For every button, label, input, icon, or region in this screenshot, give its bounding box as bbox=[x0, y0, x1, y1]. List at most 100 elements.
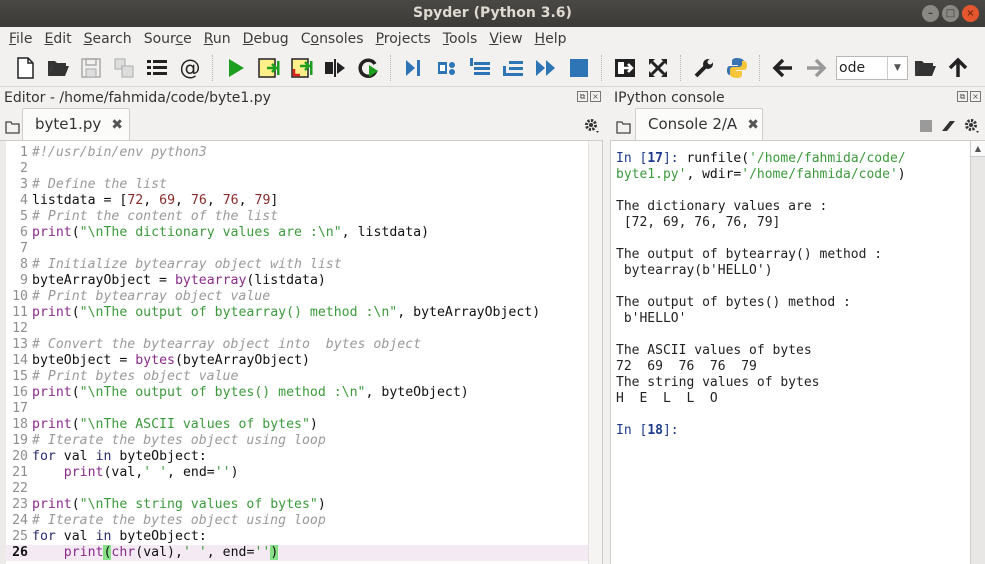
code-line[interactable]: 3 # Define the list bbox=[6, 177, 588, 193]
code-line[interactable]: 26 print(chr(val),' ', end='') bbox=[6, 545, 588, 561]
code-line[interactable]: 22 bbox=[6, 481, 588, 497]
console-pane-controls: ⧉ × bbox=[957, 91, 981, 102]
menu-help[interactable]: Help bbox=[529, 27, 573, 49]
code-line[interactable]: 11 print("\nThe output of bytearray() met… bbox=[6, 305, 588, 321]
menu-search[interactable]: Search bbox=[78, 27, 138, 49]
menu-projects[interactable]: Projects bbox=[370, 27, 437, 49]
menu-edit[interactable]: Edit bbox=[38, 27, 77, 49]
code-editor[interactable]: 1 #!/usr/bin/env python3 2 3 # Define the li… bbox=[0, 140, 603, 564]
line-number: 24 bbox=[12, 513, 28, 528]
line-number: 5 bbox=[20, 209, 28, 224]
debug-button[interactable] bbox=[400, 54, 428, 82]
debug-step-button[interactable] bbox=[433, 54, 461, 82]
pane-splitter[interactable] bbox=[603, 88, 610, 564]
debug-stop-button[interactable] bbox=[565, 54, 593, 82]
close-button[interactable]: × bbox=[962, 5, 979, 22]
run-cell-advance-button[interactable] bbox=[288, 54, 316, 82]
python-path-button[interactable] bbox=[723, 54, 751, 82]
menu-consoles[interactable]: Consoles bbox=[295, 27, 370, 49]
code-line[interactable]: 25 for val in byteObject: bbox=[6, 529, 588, 545]
code-line[interactable]: 24 # Iterate the bytes object using loop bbox=[6, 513, 588, 529]
maximize-pane-button[interactable] bbox=[611, 54, 639, 82]
chevron-down-icon[interactable]: ▼ bbox=[887, 56, 907, 79]
fullscreen-button[interactable] bbox=[644, 54, 672, 82]
save-all-icon bbox=[114, 58, 133, 77]
run-button[interactable] bbox=[222, 54, 250, 82]
close-tab-icon[interactable]: ✖ bbox=[111, 117, 123, 133]
new-file-button[interactable] bbox=[11, 54, 39, 82]
editor-scrollbar[interactable] bbox=[588, 141, 602, 564]
eraser-icon[interactable] bbox=[941, 119, 957, 133]
outline-button[interactable] bbox=[143, 54, 171, 82]
run-cell-button[interactable] bbox=[255, 54, 283, 82]
back-button[interactable] bbox=[769, 54, 797, 82]
undock-icon[interactable]: ⧉ bbox=[577, 91, 588, 102]
code-line[interactable]: 8 # Initialize bytearray object with list bbox=[6, 257, 588, 273]
code-line[interactable]: 20 for val in byteObject: bbox=[6, 449, 588, 465]
minimize-button[interactable]: – bbox=[922, 5, 939, 22]
gear-icon[interactable] bbox=[964, 118, 980, 134]
interrupt-kernel-icon[interactable] bbox=[920, 120, 932, 132]
console-output: In [17]: runfile('/home/fahmida/code/ by… bbox=[616, 151, 906, 439]
working-directory-combo[interactable]: ode ▼ bbox=[836, 55, 908, 80]
code-line[interactable]: 14 byteObject = bytes(byteArrayObject) bbox=[6, 353, 588, 369]
undock-icon[interactable]: ⧉ bbox=[957, 91, 968, 102]
line-number: 19 bbox=[12, 433, 28, 448]
scroll-up-arrow-icon[interactable]: ▲ bbox=[971, 141, 985, 157]
open-folder-icon bbox=[47, 60, 69, 76]
tab-byte1-py[interactable]: byte1.py ✖ bbox=[22, 108, 130, 140]
ipython-console[interactable]: In [17]: runfile('/home/fahmida/code/ by… bbox=[610, 140, 985, 564]
browse-tabs-icon[interactable] bbox=[616, 120, 632, 134]
code-line[interactable]: 21 print(val,' ', end='') bbox=[6, 465, 588, 481]
maximize-button[interactable]: □ bbox=[942, 5, 959, 22]
at-button[interactable]: @ bbox=[176, 54, 204, 82]
code-line[interactable]: 10 # Print bytearray object value bbox=[6, 289, 588, 305]
open-file-button[interactable] bbox=[44, 54, 72, 82]
close-pane-icon[interactable]: × bbox=[970, 91, 981, 102]
line-number: 8 bbox=[20, 257, 28, 272]
tab-console-2a[interactable]: Console 2/A ✖ bbox=[635, 108, 763, 140]
code-line[interactable]: 15 # Print bytes object value bbox=[6, 369, 588, 385]
debug-step-return-button[interactable] bbox=[499, 54, 527, 82]
code-line[interactable]: 5 # Print the content of the list bbox=[6, 209, 588, 225]
code-line[interactable]: 7 bbox=[6, 241, 588, 257]
close-pane-icon[interactable]: × bbox=[590, 91, 601, 102]
menu-file[interactable]: File bbox=[3, 27, 38, 49]
console-scrollbar[interactable]: ▲ bbox=[970, 141, 985, 564]
save-file-button[interactable] bbox=[77, 54, 105, 82]
parent-directory-button[interactable] bbox=[944, 54, 972, 82]
rerun-button[interactable] bbox=[354, 54, 382, 82]
code-line[interactable]: 6 print("\nThe dictionary values are :\n"… bbox=[6, 225, 588, 241]
menu-source[interactable]: Source bbox=[138, 27, 198, 49]
code-line[interactable]: 18 print("\nThe ASCII values of bytes") bbox=[6, 417, 588, 433]
debug-continue-button[interactable] bbox=[532, 54, 560, 82]
code-line[interactable]: 13 # Convert the bytearray object into by… bbox=[6, 337, 588, 353]
debug-step-into-button[interactable] bbox=[466, 54, 494, 82]
gear-icon[interactable] bbox=[584, 118, 600, 134]
code-line[interactable]: 2 bbox=[6, 161, 588, 177]
save-all-button[interactable] bbox=[110, 54, 138, 82]
console-prompt[interactable]: In [18]: bbox=[616, 423, 906, 439]
browse-tabs-icon[interactable] bbox=[5, 120, 21, 134]
run-selection-button[interactable] bbox=[321, 54, 349, 82]
code-line[interactable]: 23 print("\nThe string values of bytes") bbox=[6, 497, 588, 513]
code-line[interactable]: 12 bbox=[6, 321, 588, 337]
line-number: 22 bbox=[12, 481, 28, 496]
code-line[interactable]: 4 listdata = [72, 69, 76, 76, 79] bbox=[6, 193, 588, 209]
menu-debug[interactable]: Debug bbox=[237, 27, 295, 49]
browse-directory-button[interactable] bbox=[911, 54, 939, 82]
code-line[interactable]: 16 print("\nThe output of bytes() method … bbox=[6, 385, 588, 401]
code-line[interactable]: 9 byteArrayObject = bytearray(listdata) bbox=[6, 273, 588, 289]
code-line[interactable]: 19 # Iterate the bytes object using loop bbox=[6, 433, 588, 449]
menu-tools[interactable]: Tools bbox=[437, 27, 484, 49]
forward-button[interactable] bbox=[802, 54, 830, 82]
working-directory-value[interactable]: ode bbox=[837, 57, 887, 79]
code-line[interactable]: 17 bbox=[6, 401, 588, 417]
line-number: 1 bbox=[20, 145, 28, 160]
menu-run[interactable]: Run bbox=[198, 27, 237, 49]
code-line[interactable]: 1 #!/usr/bin/env python3 bbox=[6, 145, 588, 161]
preferences-button[interactable] bbox=[690, 54, 718, 82]
close-tab-icon[interactable]: ✖ bbox=[747, 117, 759, 133]
menu-view[interactable]: View bbox=[483, 27, 528, 49]
